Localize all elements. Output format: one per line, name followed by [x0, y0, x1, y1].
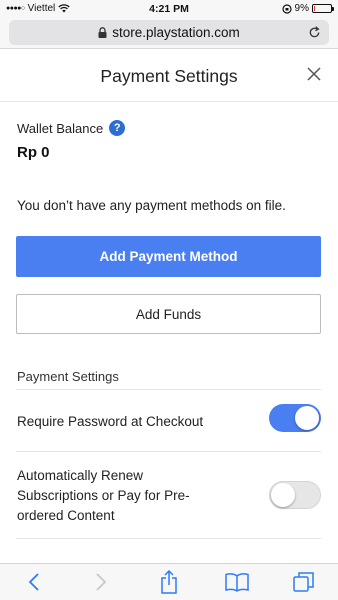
- browser-address-area: store.playstation.com: [0, 17, 338, 49]
- status-bar: ●●●●○ Viettel 4:21 PM 9%: [0, 0, 338, 17]
- add-payment-method-button[interactable]: Add Payment Method: [16, 236, 321, 277]
- carrier-name: Viettel: [27, 3, 56, 14]
- auto-renew-label: Automatically Renew Subscriptions or Pay…: [17, 468, 190, 523]
- payment-settings-section-title: Payment Settings: [17, 369, 119, 384]
- modal-header: Payment Settings: [0, 50, 338, 102]
- browser-toolbar: [0, 563, 338, 600]
- wallet-balance-value: Rp 0: [17, 144, 50, 161]
- require-password-toggle[interactable]: [269, 404, 321, 432]
- tabs-button[interactable]: [289, 569, 319, 595]
- wifi-icon: [58, 4, 70, 13]
- reload-icon[interactable]: [308, 26, 321, 39]
- battery-percent: 9%: [294, 3, 309, 14]
- help-icon[interactable]: ?: [109, 120, 126, 136]
- toggle-knob: [295, 406, 319, 430]
- auto-renew-toggle[interactable]: [269, 481, 321, 509]
- address-bar[interactable]: store.playstation.com: [9, 20, 329, 45]
- forward-button[interactable]: [86, 569, 116, 595]
- signal-strength-icon: ●●●●○: [6, 5, 25, 12]
- toggle-knob: [271, 483, 295, 507]
- share-button[interactable]: [154, 569, 184, 595]
- add-funds-button[interactable]: Add Funds: [16, 294, 321, 334]
- orientation-lock-icon: [281, 3, 292, 14]
- no-payment-methods-message: You don’t have any payment methods on fi…: [17, 198, 286, 213]
- back-icon: [28, 573, 39, 591]
- address-url: store.playstation.com: [112, 25, 240, 40]
- page-title: Payment Settings: [100, 66, 238, 86]
- status-time: 4:21 PM: [149, 2, 189, 15]
- divider: [16, 389, 321, 390]
- status-right: 9%: [262, 3, 334, 14]
- close-icon[interactable]: [306, 66, 322, 82]
- status-left: ●●●●○ Viettel: [6, 3, 116, 14]
- bookmarks-button[interactable]: [222, 569, 252, 595]
- tabs-icon: [293, 572, 314, 592]
- battery-level: [314, 6, 315, 11]
- share-icon: [161, 570, 177, 594]
- divider: [16, 451, 321, 452]
- wallet-label-row: Wallet Balance ?: [17, 120, 126, 136]
- bookmarks-icon: [224, 573, 249, 592]
- forward-icon: [96, 573, 107, 591]
- lock-icon: [98, 27, 107, 38]
- battery-icon: [312, 4, 334, 13]
- back-button[interactable]: [19, 569, 49, 595]
- require-password-label: Require Password at Checkout: [17, 414, 204, 429]
- wallet-balance-label: Wallet Balance: [17, 120, 104, 136]
- divider: [16, 538, 321, 539]
